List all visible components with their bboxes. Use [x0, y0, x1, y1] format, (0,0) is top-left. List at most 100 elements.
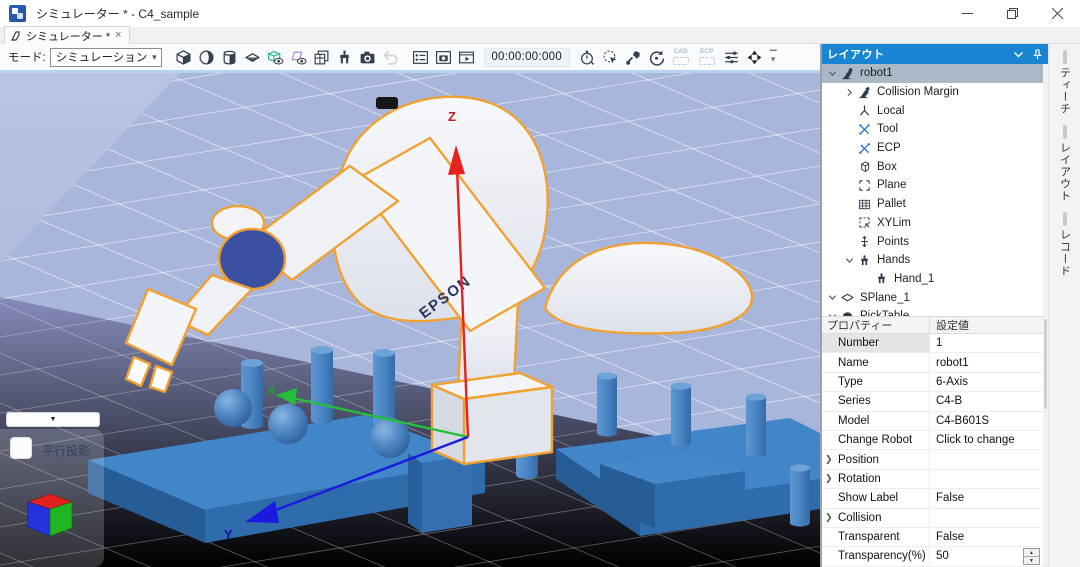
property-row-series[interactable]: SeriesC4-B	[822, 392, 1043, 411]
tab-simulator[interactable]: シミュレーター * ×	[4, 26, 130, 44]
tree-item-box[interactable]: Box	[822, 157, 1043, 176]
pin-icon[interactable]	[1032, 49, 1043, 60]
expand-chevron-icon[interactable]: ❯	[825, 473, 833, 484]
tree-chevron-icon[interactable]	[826, 293, 839, 302]
property-value[interactable]	[930, 450, 1043, 468]
property-value[interactable]: C4-B601S	[930, 412, 1043, 430]
peg[interactable]	[373, 349, 395, 427]
property-row-show-label[interactable]: Show LabelFalse	[822, 489, 1043, 508]
peg[interactable]	[790, 464, 810, 526]
side-tab-レイアウト[interactable]: レイアウト	[1057, 125, 1073, 202]
value-spinner[interactable]: ▲▼	[1023, 548, 1040, 565]
property-value[interactable]	[930, 509, 1043, 527]
property-row-transparent[interactable]: TransparentFalse	[822, 528, 1043, 547]
property-name: Name	[822, 353, 930, 371]
property-row-position[interactable]: ❯Position	[822, 450, 1043, 469]
tree-item-picktable[interactable]: PickTable	[822, 307, 1043, 316]
tree-item-label: XYLim	[877, 217, 911, 229]
property-value[interactable]: False	[930, 528, 1043, 546]
planeol-icon	[856, 178, 872, 192]
mode-dropdown[interactable]: シミュレーション ▾	[50, 48, 162, 67]
sphere-tool[interactable]	[195, 46, 218, 69]
sphere-part[interactable]	[268, 404, 308, 444]
toolbar-overflow-button[interactable]: ▔▾	[770, 53, 777, 62]
side-tab-ティーチ[interactable]: ティーチ	[1057, 50, 1073, 115]
tree-chevron-icon[interactable]	[843, 88, 856, 97]
side-tab-label: ティーチ	[1057, 67, 1073, 115]
minimize-button[interactable]	[945, 0, 990, 28]
view-options-panel: 平行投影	[0, 429, 104, 567]
tree-item-collision-margin[interactable]: Collision Margin	[822, 83, 1043, 102]
property-row-change-robot[interactable]: Change RobotClick to change	[822, 431, 1043, 450]
property-row-type[interactable]: Type6-Axis	[822, 373, 1043, 392]
jog-pad-button[interactable]	[743, 46, 766, 69]
tree-item-local[interactable]: Local	[822, 101, 1043, 120]
stopwatch-button[interactable]	[576, 46, 599, 69]
property-value[interactable]: C4-B	[930, 392, 1043, 410]
tree-item-hands[interactable]: Hands	[822, 251, 1043, 270]
restore-button[interactable]	[990, 0, 1035, 28]
properties-header-value: 設定値	[930, 317, 1043, 333]
copy-object-tool[interactable]	[310, 46, 333, 69]
3d-viewport[interactable]: EPSON X Y Z ▼ 平行投影	[0, 73, 820, 567]
expand-chevron-icon[interactable]: ❯	[825, 512, 833, 523]
peg[interactable]	[746, 393, 766, 457]
tree-item-label: Points	[877, 236, 909, 248]
property-row-model[interactable]: ModelC4-B601S	[822, 412, 1043, 431]
app-icon	[9, 5, 26, 22]
property-value[interactable]: 1	[930, 334, 1043, 352]
tree-item-tool[interactable]: Tool	[822, 120, 1043, 139]
expand-chevron-icon[interactable]: ❯	[825, 454, 833, 465]
tree-item-robot1[interactable]: robot1	[822, 64, 1043, 83]
property-value[interactable]: 50▲▼	[930, 547, 1043, 565]
property-row-name[interactable]: Namerobot1	[822, 353, 1043, 372]
click-motion-button[interactable]	[599, 46, 622, 69]
cylinder-tool[interactable]	[218, 46, 241, 69]
tab-close-icon[interactable]: ×	[115, 30, 121, 41]
property-value[interactable]: robot1	[930, 353, 1043, 371]
properties-list-button[interactable]	[409, 46, 432, 69]
side-tab-レコード[interactable]: レコード	[1057, 212, 1073, 277]
plane-visibility-tool[interactable]	[287, 46, 310, 69]
viewport-panel-collapse-button[interactable]: ▼	[6, 412, 100, 427]
undo-button	[379, 46, 402, 69]
parallel-projection-checkbox[interactable]	[10, 437, 32, 459]
tree-item-ecp[interactable]: ECP	[822, 139, 1043, 158]
tree-item-plane[interactable]: Plane	[822, 176, 1043, 195]
tree-item-label: robot1	[860, 67, 893, 79]
tree-item-splane-1[interactable]: SPlane_1	[822, 288, 1043, 307]
plane-tool[interactable]	[241, 46, 264, 69]
property-value[interactable]: False	[930, 489, 1043, 507]
video-record-button[interactable]	[455, 46, 478, 69]
property-value[interactable]: Click to change	[930, 431, 1043, 449]
camera-tool[interactable]	[356, 46, 379, 69]
peg[interactable]	[671, 382, 691, 446]
property-row-rotation[interactable]: ❯Rotation	[822, 470, 1043, 489]
tree-item-points[interactable]: Points	[822, 232, 1043, 251]
orientation-cube[interactable]	[26, 491, 76, 539]
property-row-transparency-[interactable]: Transparency(%)50▲▼	[822, 547, 1043, 566]
snapshot-button[interactable]	[432, 46, 455, 69]
tree-chevron-icon[interactable]	[826, 69, 839, 78]
tool-settings-button[interactable]	[622, 46, 645, 69]
sphere-part[interactable]	[214, 389, 252, 427]
sliders-button[interactable]	[720, 46, 743, 69]
box-visibility-tool[interactable]	[264, 46, 287, 69]
peg[interactable]	[311, 346, 333, 424]
tree-item-hand-1[interactable]: Hand_1	[822, 270, 1043, 289]
box-tool[interactable]	[172, 46, 195, 69]
property-value[interactable]: 6-Axis	[930, 373, 1043, 391]
property-value[interactable]	[930, 470, 1043, 488]
peg[interactable]	[597, 372, 617, 436]
reset-view-button[interactable]	[645, 46, 668, 69]
tree-chevron-icon[interactable]	[843, 256, 856, 265]
property-row-collision[interactable]: ❯Collision	[822, 509, 1043, 528]
chevron-down-icon[interactable]	[1013, 49, 1024, 60]
parallel-projection-label: 平行投影	[42, 442, 90, 459]
close-button[interactable]	[1035, 0, 1080, 28]
property-row-number[interactable]: Number1	[822, 334, 1043, 353]
tree-item-xylim[interactable]: XYLim	[822, 214, 1043, 233]
tree-item-pallet[interactable]: Pallet	[822, 195, 1043, 214]
tree-item-label: Hands	[877, 254, 910, 266]
hand-tool[interactable]	[333, 46, 356, 69]
